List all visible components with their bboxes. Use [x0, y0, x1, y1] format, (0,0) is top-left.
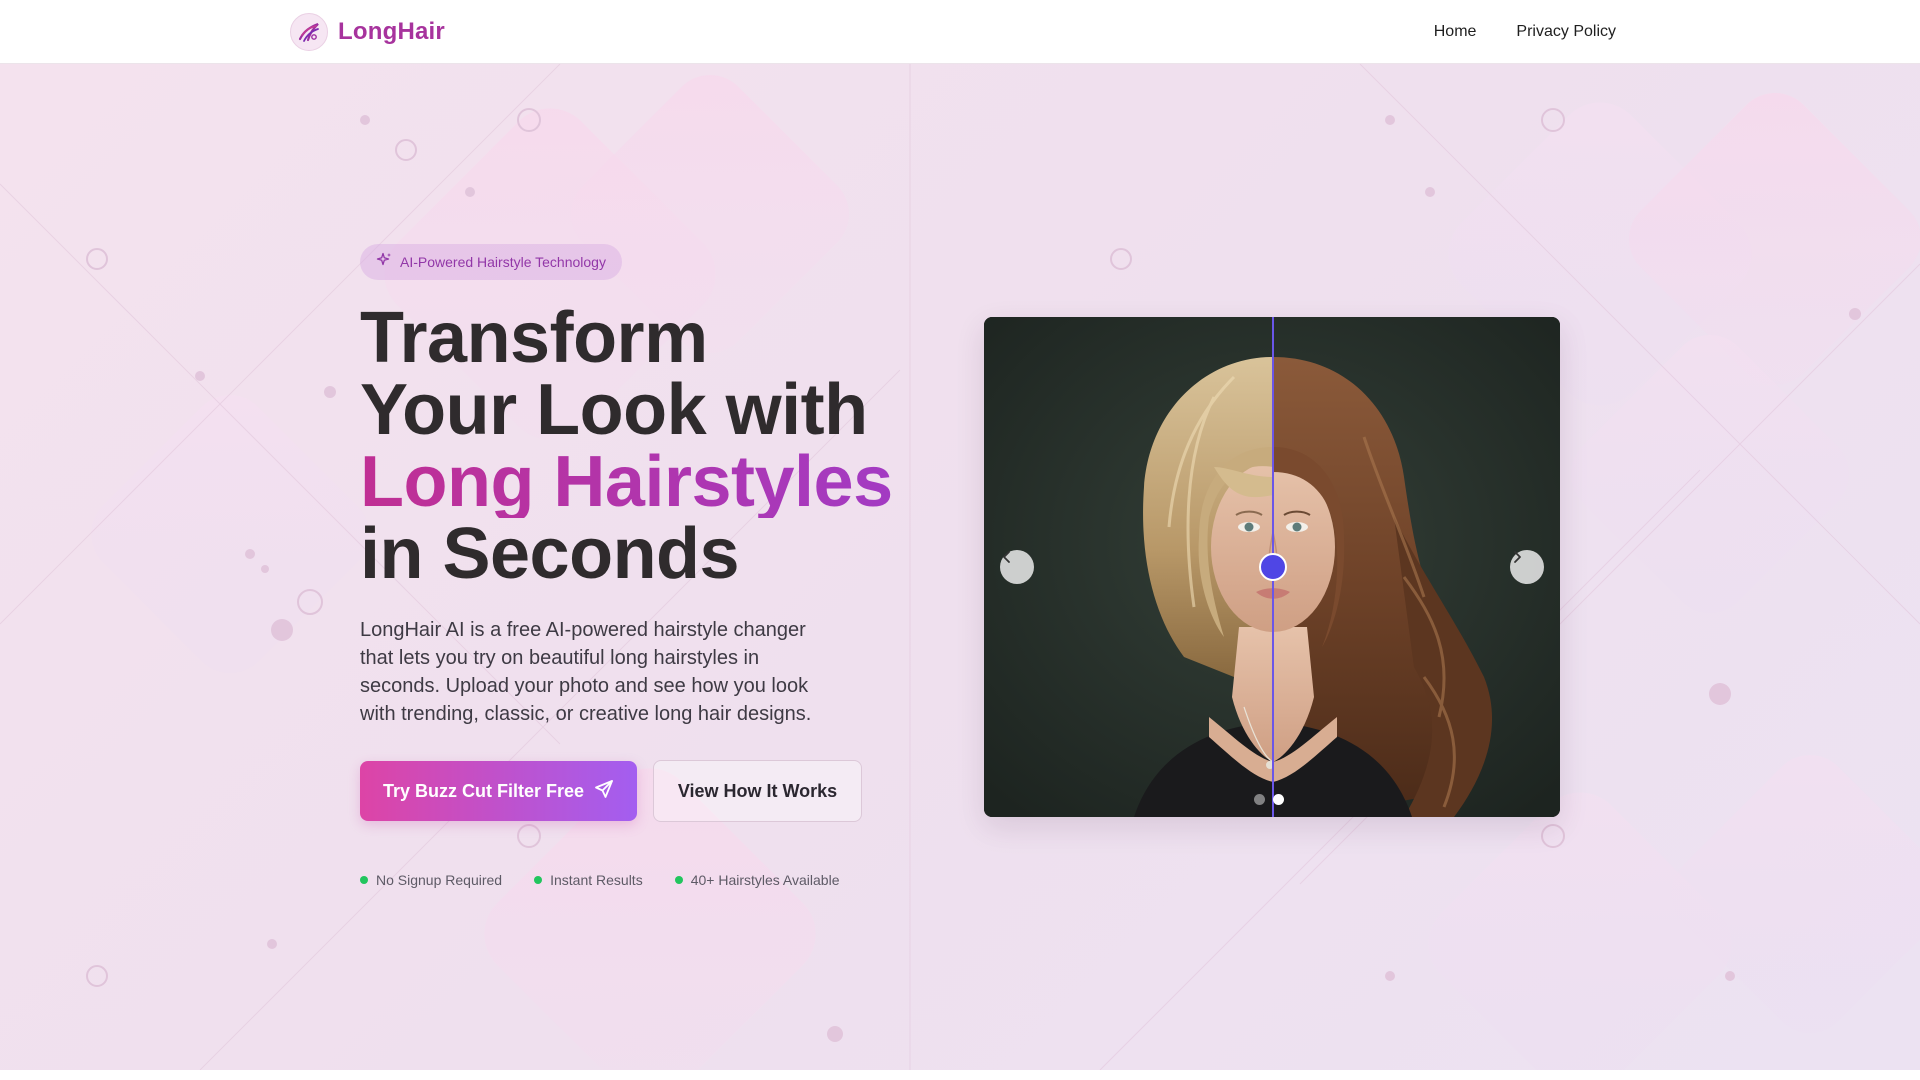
send-icon [594, 779, 614, 804]
hair-logo-icon [290, 13, 328, 51]
brand-name: LongHair [338, 18, 445, 45]
pager-dot[interactable] [1254, 794, 1265, 805]
green-dot-icon [674, 876, 683, 884]
background-pattern [0, 64, 1920, 1070]
slider-handle[interactable] [1259, 553, 1287, 581]
hero-description: LongHair AI is a free AI-powered hairsty… [360, 619, 812, 725]
feature-label: 40+ Hairstyles Available [690, 872, 840, 888]
try-filter-label: Try Buzz Cut Filter Free [382, 780, 585, 801]
view-how-it-works-button[interactable]: View How It Works [653, 760, 862, 822]
slide-pager [1254, 794, 1284, 805]
ai-badge: AI-Powered Hairstyle Technology [360, 244, 622, 280]
headline-accent: Long Hairstyles [360, 446, 960, 518]
next-slide-button[interactable] [1510, 550, 1544, 584]
feature-item: 40+ Hairstyles Available [674, 872, 840, 888]
nav-privacy-policy-link[interactable]: Privacy Policy [1516, 23, 1616, 41]
hero-section: AI-Powered Hairstyle Technology Transfor… [0, 64, 1920, 1070]
feature-item: No Signup Required [360, 872, 502, 888]
logo-link[interactable]: LongHair [290, 12, 445, 52]
try-filter-button[interactable]: Try Buzz Cut Filter Free [360, 761, 637, 821]
badge-text: AI-Powered Hairstyle Technology [400, 254, 606, 270]
sparkles-icon [376, 252, 392, 273]
headline-line-4: in Seconds [360, 514, 740, 594]
site-header: LongHair Home Privacy Policy [0, 0, 1920, 64]
green-dot-icon [534, 876, 543, 884]
feature-item: Instant Results [534, 872, 643, 888]
nav-home-link[interactable]: Home [1434, 23, 1477, 41]
next-section-edge [0, 1070, 1920, 1080]
green-dot-icon [360, 876, 368, 884]
pager-dot-active[interactable] [1273, 794, 1284, 805]
before-after-comparison[interactable] [984, 317, 1560, 817]
previous-slide-button[interactable] [1000, 550, 1034, 584]
feature-label: No Signup Required [376, 872, 503, 888]
main-nav: Home Privacy Policy [1434, 0, 1616, 64]
headline-line-2: Your Look with [360, 370, 868, 450]
feature-list: No Signup Required Instant Results 40+ H… [360, 870, 839, 890]
hero-headline: Transform Your Look with Long Hairstyles… [360, 302, 960, 590]
feature-label: Instant Results [550, 872, 643, 888]
headline-line-1: Transform [360, 298, 708, 378]
